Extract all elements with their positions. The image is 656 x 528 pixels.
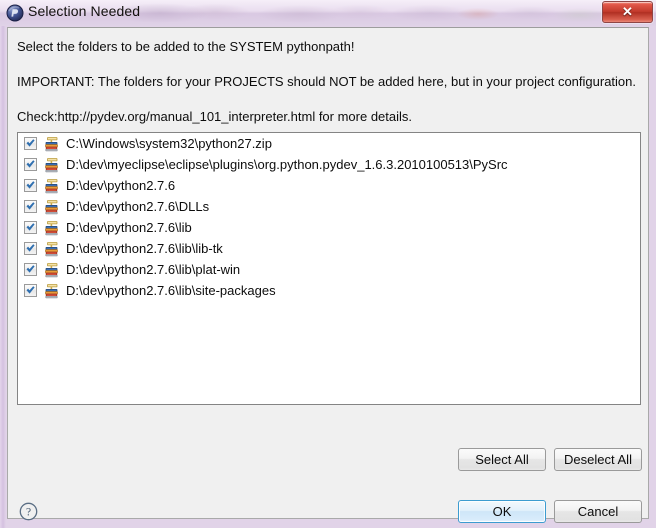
list-item[interactable]: D:\dev\python2.7.6\lib\plat-win bbox=[18, 259, 640, 280]
help-button[interactable]: ? bbox=[18, 501, 39, 522]
deselect-all-button[interactable]: Deselect All bbox=[554, 448, 642, 471]
dialog-client-area: Select the folders to be added to the SY… bbox=[7, 27, 649, 523]
list-item-label: D:\dev\python2.7.6 bbox=[66, 178, 176, 193]
list-item-label: D:\dev\python2.7.6\lib\plat-win bbox=[66, 262, 241, 277]
list-item[interactable]: D:\dev\python2.7.6\DLLs bbox=[18, 196, 640, 217]
library-books-icon bbox=[44, 199, 60, 215]
checkbox[interactable] bbox=[24, 200, 37, 213]
checkbox[interactable] bbox=[24, 179, 37, 192]
ok-button[interactable]: OK bbox=[458, 500, 546, 523]
list-item[interactable]: D:\dev\myeclipse\eclipse\plugins\org.pyt… bbox=[18, 154, 640, 175]
list-item[interactable]: C:\Windows\system32\python27.zip bbox=[18, 133, 640, 154]
list-item-label: D:\dev\myeclipse\eclipse\plugins\org.pyt… bbox=[66, 157, 508, 172]
checkbox[interactable] bbox=[24, 221, 37, 234]
list-item[interactable]: D:\dev\python2.7.6\lib bbox=[18, 217, 640, 238]
checkbox[interactable] bbox=[24, 158, 37, 171]
list-item-label: D:\dev\python2.7.6\lib\site-packages bbox=[66, 283, 276, 298]
deselect-all-label: Deselect All bbox=[564, 452, 632, 467]
library-books-icon bbox=[44, 178, 60, 194]
instruction-line-2: IMPORTANT: The folders for your PROJECTS… bbox=[17, 74, 636, 89]
list-item-label: C:\Windows\system32\python27.zip bbox=[66, 136, 272, 151]
instruction-line-1: Select the folders to be added to the SY… bbox=[17, 39, 355, 54]
dialog-window: Selection Needed ✕ Select the folders to… bbox=[0, 0, 656, 528]
checkbox[interactable] bbox=[24, 284, 37, 297]
svg-text:?: ? bbox=[26, 507, 31, 519]
folder-list[interactable]: C:\Windows\system32\python27.zip D:\dev\m… bbox=[17, 132, 641, 405]
list-item[interactable]: D:\dev\python2.7.6\lib\site-packages bbox=[18, 280, 640, 301]
instruction-line-3: Check:http://pydev.org/manual_101_interp… bbox=[17, 109, 413, 124]
list-item[interactable]: D:\dev\python2.7.6 bbox=[18, 175, 640, 196]
close-icon: ✕ bbox=[622, 4, 633, 19]
library-books-icon bbox=[44, 262, 60, 278]
library-books-icon bbox=[44, 136, 60, 152]
window-title: Selection Needed bbox=[28, 3, 141, 19]
list-item-label: D:\dev\python2.7.6\lib\lib-tk bbox=[66, 241, 223, 256]
library-books-icon bbox=[44, 220, 60, 236]
list-item-label: D:\dev\python2.7.6\lib bbox=[66, 220, 192, 235]
checkbox[interactable] bbox=[24, 137, 37, 150]
library-books-icon bbox=[44, 241, 60, 257]
list-item-label: D:\dev\python2.7.6\DLLs bbox=[66, 199, 210, 214]
title-bar: Selection Needed ✕ bbox=[0, 0, 656, 26]
ok-label: OK bbox=[492, 504, 512, 519]
pydev-icon bbox=[6, 4, 24, 22]
checkbox[interactable] bbox=[24, 263, 37, 276]
close-button[interactable]: ✕ bbox=[602, 1, 653, 23]
library-books-icon bbox=[44, 157, 60, 173]
cancel-label: Cancel bbox=[577, 504, 619, 519]
list-item[interactable]: D:\dev\python2.7.6\lib\lib-tk bbox=[18, 238, 640, 259]
library-books-icon bbox=[44, 283, 60, 299]
select-all-label: Select All bbox=[475, 452, 529, 467]
select-all-button[interactable]: Select All bbox=[458, 448, 546, 471]
cancel-button[interactable]: Cancel bbox=[554, 500, 642, 523]
checkbox[interactable] bbox=[24, 242, 37, 255]
